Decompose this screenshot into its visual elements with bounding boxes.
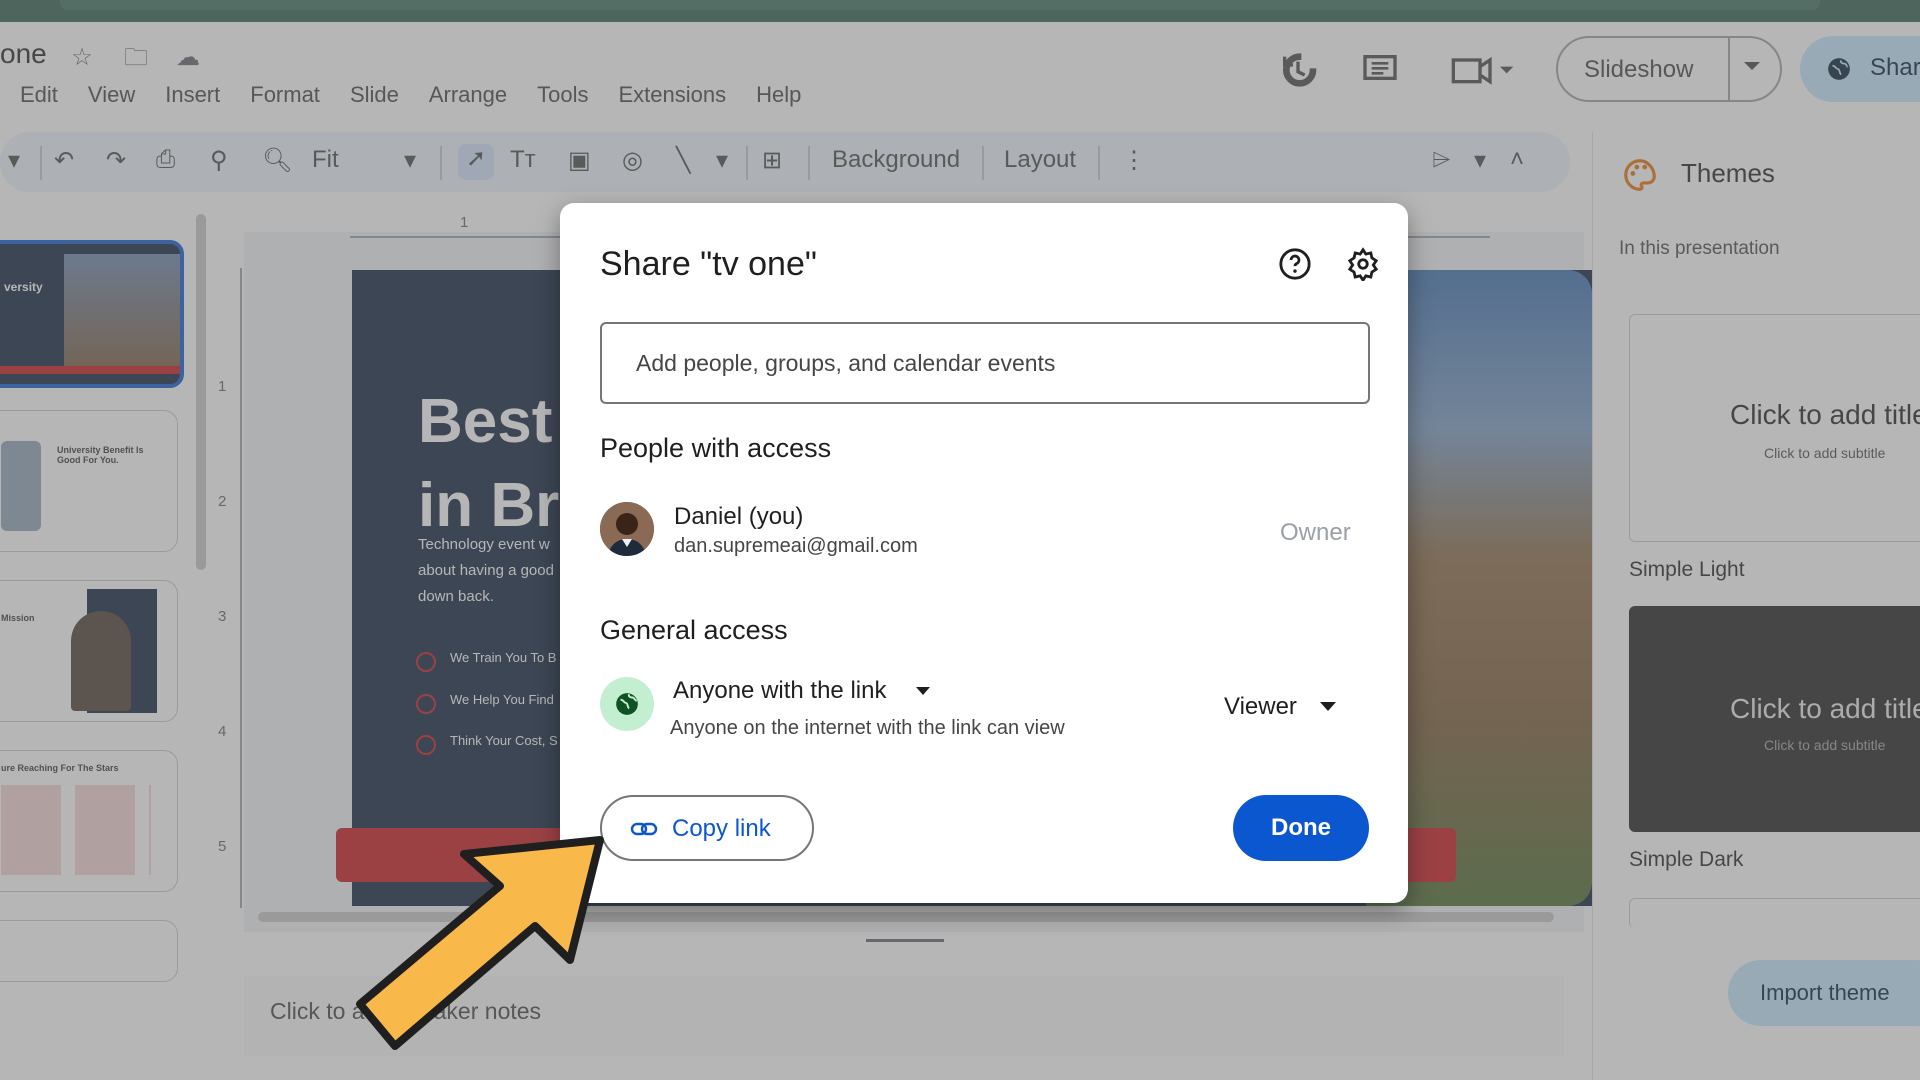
copy-link-button[interactable]: Copy link xyxy=(600,795,814,861)
globe-icon xyxy=(600,677,654,731)
general-access-select[interactable]: Anyone with the link xyxy=(673,677,886,705)
share-dialog: Share "tv one" Add people, groups, and c… xyxy=(560,203,1408,903)
role-select[interactable]: Viewer xyxy=(1224,693,1297,721)
person-name: Daniel (you) xyxy=(674,503,804,530)
dialog-title: Share "tv one" xyxy=(600,245,817,283)
done-button[interactable]: Done xyxy=(1233,795,1369,861)
person-email: dan.supremeai@gmail.com xyxy=(674,535,918,557)
general-access-heading: General access xyxy=(600,615,788,645)
people-with-access-heading: People with access xyxy=(600,433,832,463)
owner-role-label: Owner xyxy=(1280,519,1351,546)
avatar xyxy=(600,502,654,556)
general-access-description: Anyone on the internet with the link can… xyxy=(670,717,1065,739)
help-icon[interactable] xyxy=(1278,247,1312,281)
settings-gear-icon[interactable] xyxy=(1346,247,1380,281)
pointer-arrow-annotation xyxy=(356,836,604,1050)
general-access-caret-icon[interactable] xyxy=(916,687,930,695)
add-people-input[interactable]: Add people, groups, and calendar events xyxy=(600,322,1370,404)
link-icon xyxy=(630,822,658,836)
role-caret-icon[interactable] xyxy=(1320,702,1336,711)
